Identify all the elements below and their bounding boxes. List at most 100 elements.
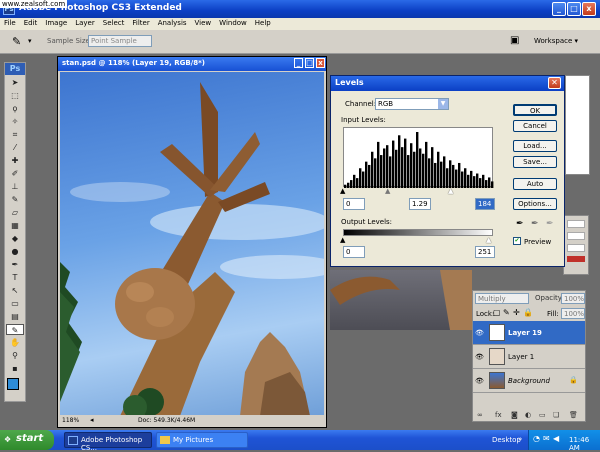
zoom-tool-icon[interactable]: ⚲ xyxy=(6,350,24,361)
type-tool-icon[interactable]: T xyxy=(6,272,24,283)
menu-analysis[interactable]: Analysis xyxy=(154,18,191,28)
eyedropper-icon[interactable]: ✎ xyxy=(12,35,21,48)
load-button[interactable]: Load... xyxy=(513,140,557,152)
default-colors-icon[interactable]: ▪ xyxy=(6,363,24,374)
lock-pixels-icon[interactable]: ✎ xyxy=(503,308,510,317)
output-white-field[interactable]: 251 xyxy=(475,246,495,258)
menu-filter[interactable]: Filter xyxy=(128,18,153,28)
taskbar-photoshop[interactable]: Adobe Photoshop CS... xyxy=(64,432,152,452)
taskbar-my-pictures[interactable]: My Pictures xyxy=(156,432,248,448)
output-black-slider-handle[interactable]: ▲ xyxy=(340,236,345,244)
output-white-slider-handle[interactable]: ▲ xyxy=(486,236,491,244)
start-button[interactable]: ❖ start xyxy=(0,430,54,450)
input-slider[interactable]: ▲ ▲ ▲ xyxy=(340,187,493,195)
white-point-slider-handle[interactable]: ▲ xyxy=(448,187,453,195)
lock-position-icon[interactable]: ✛ xyxy=(513,308,520,317)
ok-button[interactable]: OK xyxy=(513,104,557,116)
layer-row[interactable]: 👁 Background 🔒 xyxy=(473,369,585,393)
zoom-level[interactable]: 118% xyxy=(62,417,79,424)
canvas-image[interactable] xyxy=(60,72,324,416)
menu-file[interactable]: File xyxy=(0,18,20,28)
preview-checkbox[interactable]: ✔ xyxy=(513,237,521,245)
visibility-eye-icon[interactable]: 👁 xyxy=(475,353,484,361)
save-button[interactable]: Save... xyxy=(513,156,557,168)
notes-tool-icon[interactable]: ▤ xyxy=(6,311,24,322)
output-slider[interactable]: ▲ ▲ xyxy=(340,236,493,244)
close-button[interactable]: x xyxy=(582,2,596,16)
options-button[interactable]: Options... xyxy=(513,198,557,210)
shape-tool-icon[interactable]: ▭ xyxy=(6,298,24,309)
doc-maximize-button[interactable]: □ xyxy=(305,58,314,68)
eraser-tool-icon[interactable]: ▱ xyxy=(6,207,24,218)
new-layer-icon[interactable]: ❏ xyxy=(553,411,559,419)
brush-tool-icon[interactable]: ✐ xyxy=(6,168,24,179)
lock-transparency-icon[interactable]: ▢ xyxy=(493,308,501,317)
sample-size-select[interactable]: Point Sample xyxy=(88,35,152,47)
clone-stamp-tool-icon[interactable]: ⊥ xyxy=(6,181,24,192)
output-black-field[interactable]: 0 xyxy=(343,246,365,258)
slice-tool-icon[interactable]: ⁄ xyxy=(6,142,24,153)
channel-select[interactable]: RGB ▼ xyxy=(375,98,449,110)
cancel-button[interactable]: Cancel xyxy=(513,120,557,132)
eyedropper-tool-icon[interactable]: ✎ xyxy=(6,324,24,335)
auto-button[interactable]: Auto xyxy=(513,178,557,190)
speaker-icon[interactable]: ◀ xyxy=(553,434,559,443)
visibility-eye-icon[interactable]: 👁 xyxy=(475,329,484,337)
visibility-eye-icon[interactable]: 👁 xyxy=(475,377,484,385)
workspace-menu[interactable]: Workspace ▾ xyxy=(534,37,578,45)
dodge-tool-icon[interactable]: ● xyxy=(6,246,24,257)
input-black-field[interactable]: 0 xyxy=(343,198,365,210)
palette-well-icon[interactable]: ▣ xyxy=(510,35,519,46)
color-swatches[interactable] xyxy=(5,378,25,404)
layer-mask-icon[interactable]: ◙ xyxy=(511,411,518,419)
hand-tool-icon[interactable]: ✋ xyxy=(6,337,24,348)
gray-eyedropper-icon[interactable]: ✒ xyxy=(531,219,539,229)
status-menu-icon[interactable]: ◂ xyxy=(90,416,94,424)
marquee-tool-icon[interactable]: ⬚ xyxy=(6,90,24,101)
input-white-field[interactable]: 184 xyxy=(475,198,495,210)
menu-image[interactable]: Image xyxy=(41,18,71,28)
magic-wand-tool-icon[interactable]: ✧ xyxy=(6,116,24,127)
gamma-slider-handle[interactable]: ▲ xyxy=(385,187,390,195)
menu-edit[interactable]: Edit xyxy=(20,18,42,28)
black-point-slider-handle[interactable]: ▲ xyxy=(340,187,345,195)
crop-tool-icon[interactable]: ⌗ xyxy=(6,129,24,140)
tray-icon[interactable]: ✉ xyxy=(543,434,550,443)
lock-all-icon[interactable]: 🔒 xyxy=(523,308,533,317)
menu-view[interactable]: View xyxy=(191,18,216,28)
link-layers-icon[interactable]: ∞ xyxy=(477,411,483,419)
adjustment-layer-icon[interactable]: ◐ xyxy=(525,411,531,419)
gradient-tool-icon[interactable]: ▦ xyxy=(6,220,24,231)
levels-close-button[interactable]: ✕ xyxy=(548,77,561,89)
new-group-icon[interactable]: ▭ xyxy=(539,411,546,419)
layer-style-icon[interactable]: fx xyxy=(495,411,502,419)
maximize-button[interactable]: □ xyxy=(567,2,581,16)
lasso-tool-icon[interactable]: ϙ xyxy=(6,103,24,114)
history-brush-tool-icon[interactable]: ✎ xyxy=(6,194,24,205)
menu-layer[interactable]: Layer xyxy=(71,18,99,28)
menu-select[interactable]: Select xyxy=(99,18,129,28)
doc-close-button[interactable]: x xyxy=(316,58,325,68)
input-gamma-field[interactable]: 1.29 xyxy=(409,198,431,210)
menu-help[interactable]: Help xyxy=(251,18,275,28)
document-window[interactable]: stan.psd @ 118% (Layer 19, RGB/8*) _ □ x xyxy=(57,56,327,428)
layer-row[interactable]: 👁 Layer 19 xyxy=(473,321,585,345)
healing-brush-tool-icon[interactable]: ✚ xyxy=(6,155,24,166)
delete-layer-icon[interactable]: 🗑 xyxy=(569,411,578,419)
toolbar-chevron-icon[interactable]: » xyxy=(518,435,522,443)
menu-window[interactable]: Window xyxy=(215,18,251,28)
pen-tool-icon[interactable]: ✒ xyxy=(6,259,24,270)
desktop-toolbar[interactable]: Desktop xyxy=(492,436,521,444)
blur-tool-icon[interactable]: ◆ xyxy=(6,233,24,244)
tray-icon[interactable]: ◔ xyxy=(533,434,540,443)
opacity-input[interactable]: 100% xyxy=(561,293,585,304)
tool-preset-dropdown-icon[interactable]: ▾ xyxy=(28,37,32,45)
chevron-down-icon[interactable]: ▼ xyxy=(438,99,448,109)
move-tool-icon[interactable]: ➤ xyxy=(6,77,24,88)
fill-input[interactable]: 100% xyxy=(561,308,585,319)
blend-mode-select[interactable]: Multiply xyxy=(475,293,529,304)
black-eyedropper-icon[interactable]: ✒ xyxy=(516,219,524,229)
layer-row[interactable]: 👁 Layer 1 xyxy=(473,345,585,369)
path-selection-tool-icon[interactable]: ↖ xyxy=(6,285,24,296)
foreground-color-swatch[interactable] xyxy=(7,378,19,390)
